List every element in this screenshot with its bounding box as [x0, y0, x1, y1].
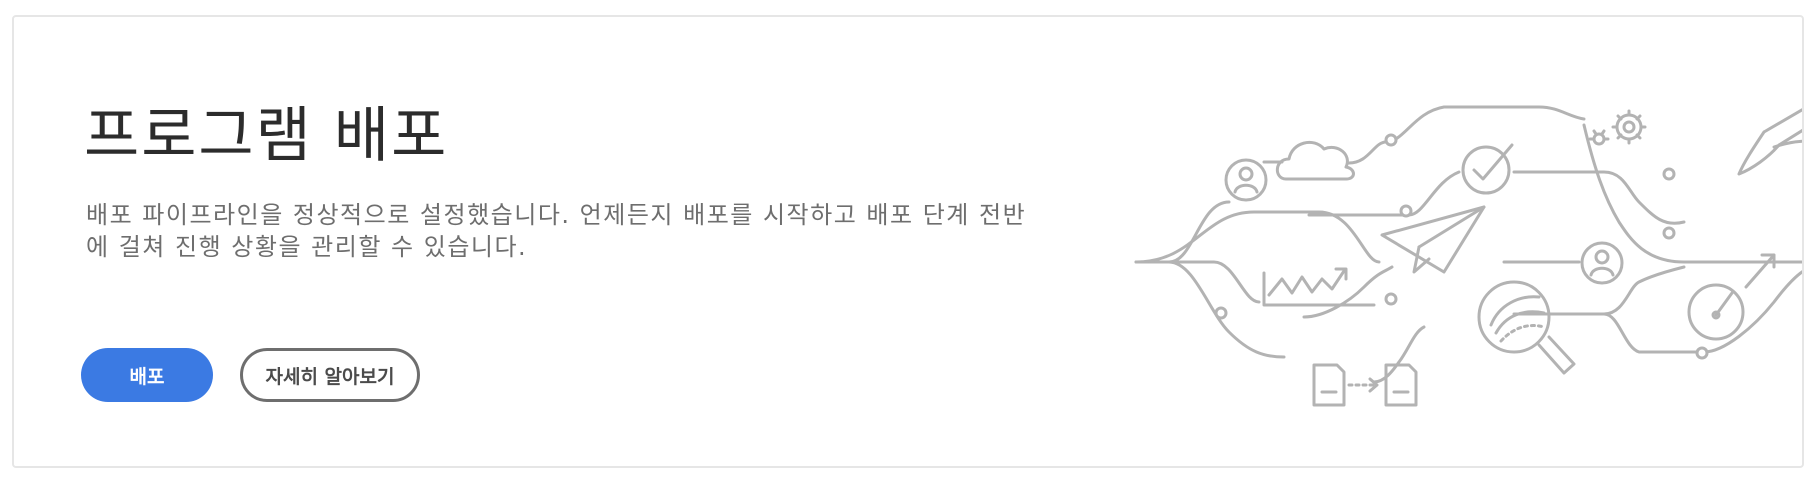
deploy-button[interactable]: 배포	[81, 348, 213, 402]
pipeline-lines	[1134, 105, 1802, 384]
flow-arrow-icon	[1347, 377, 1379, 393]
speedometer-icon	[1687, 253, 1776, 341]
user-icon	[1224, 158, 1268, 202]
user-icon	[1580, 241, 1624, 285]
banner-description: 배포 파이프라인을 정상적으로 설정했습니다. 언제든지 배포를 시작하고 배포…	[86, 201, 1027, 261]
document-icon	[1312, 363, 1346, 407]
paper-plane-icon	[1380, 205, 1486, 274]
learn-more-button[interactable]: 자세히 알아보기	[240, 348, 420, 402]
pipeline-nodes	[1214, 133, 1709, 360]
pen-icon	[1737, 108, 1802, 176]
magnifier-icon	[1477, 280, 1576, 375]
cloud-icon	[1275, 140, 1355, 181]
deploy-banner-card: 프로그램 배포 배포 파이프라인을 정상적으로 설정했습니다. 언제든지 배포를…	[12, 15, 1804, 468]
chart-icon	[1262, 267, 1376, 307]
check-icon	[1461, 143, 1514, 195]
pipeline-illustration	[1124, 87, 1802, 427]
page-title: 프로그램 배포	[84, 101, 449, 171]
gear-icon	[1588, 109, 1647, 146]
